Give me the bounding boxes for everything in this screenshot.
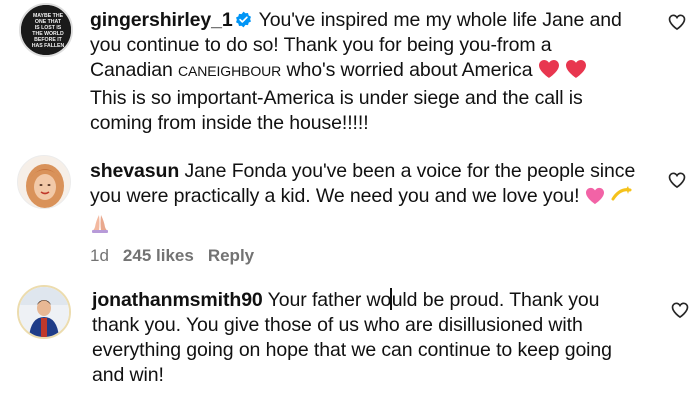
comment-line-2: you continue to do so! Thank you for bei… [90,34,552,56]
avatar[interactable] [17,155,71,209]
heart-outline-icon[interactable] [670,300,690,320]
comment-line-text: who's worried about America [281,59,533,81]
comment-time: 1d [90,246,109,265]
red-heart-emoji [565,59,587,86]
likes-count[interactable]: 245 likes [123,246,194,265]
comment-jonathanmsmith90: jonathanmsmith90 Your father would be pr… [0,275,700,400]
comment-line-3 [90,212,650,237]
avatar[interactable] [17,285,71,339]
avatar-portrait-image [18,156,70,208]
comment-meta: 1d 245 likes Reply [90,246,268,266]
avatar[interactable]: MAYBE THE ONE THAT IS LOST IS THE WORLD … [19,3,73,57]
heart-outline-icon[interactable] [667,170,687,190]
comment-line-4: and win! [92,364,164,386]
verified-badge-icon [235,10,252,28]
username[interactable]: jonathanmsmith90 [92,289,263,311]
comment-text: gingershirley_1 You've inspired me my wh… [90,8,650,136]
username[interactable]: gingershirley_1 [90,9,233,31]
comment-line-text: Jane Fonda you've been a voice for the p… [184,160,636,182]
comment-line-text: Canadian [90,59,179,81]
reply-button[interactable]: Reply [208,246,254,265]
pink-heart-emoji [585,187,605,212]
dizzy-emoji [610,185,634,212]
comment-line-text: uld be proud. Thank you [391,289,600,311]
comment-line-2: you were practically a kid. We need you … [90,184,650,212]
comment-line-2: thank you. You give those of us who are … [92,314,583,336]
smallcaps-text: caneighbour [178,59,282,81]
comment-line-4: This is so important-America is under si… [90,87,583,109]
comment-line-text: Your father wo [267,289,392,311]
comment-text: jonathanmsmith90 Your father would be pr… [92,288,652,388]
comment-line-1: jonathanmsmith90 Your father would be pr… [92,288,652,313]
comment-line-text: you were practically a kid. We need you … [90,185,580,207]
comment-text: shevasun Jane Fonda you've been a voice … [90,159,650,237]
avatar-text-image: MAYBE THE ONE THAT IS LOST IS THE WORLD … [21,5,71,55]
comment-gingershirley: MAYBE THE ONE THAT IS LOST IS THE WORLD … [0,0,700,150]
username[interactable]: shevasun [90,160,179,182]
comment-line-3: everything going on hope that we can con… [92,339,612,361]
comment-shevasun: shevasun Jane Fonda you've been a voice … [0,150,700,275]
heart-outline-icon[interactable] [667,12,687,32]
comment-line-1: shevasun Jane Fonda you've been a voice … [90,159,650,184]
svg-text:HAS FALLEN: HAS FALLEN [32,43,65,49]
folded-hands-emoji [90,213,110,240]
comment-line-3: Canadian caneighbour who's worried about… [90,58,650,86]
avatar-portrait-image [19,287,69,337]
red-heart-emoji [538,59,560,86]
comment-line-5: coming from inside the house!!!!! [90,112,369,134]
comment-line-1: gingershirley_1 You've inspired me my wh… [90,8,650,33]
comment-line-text: You've inspired me my whole life Jane an… [258,9,622,31]
